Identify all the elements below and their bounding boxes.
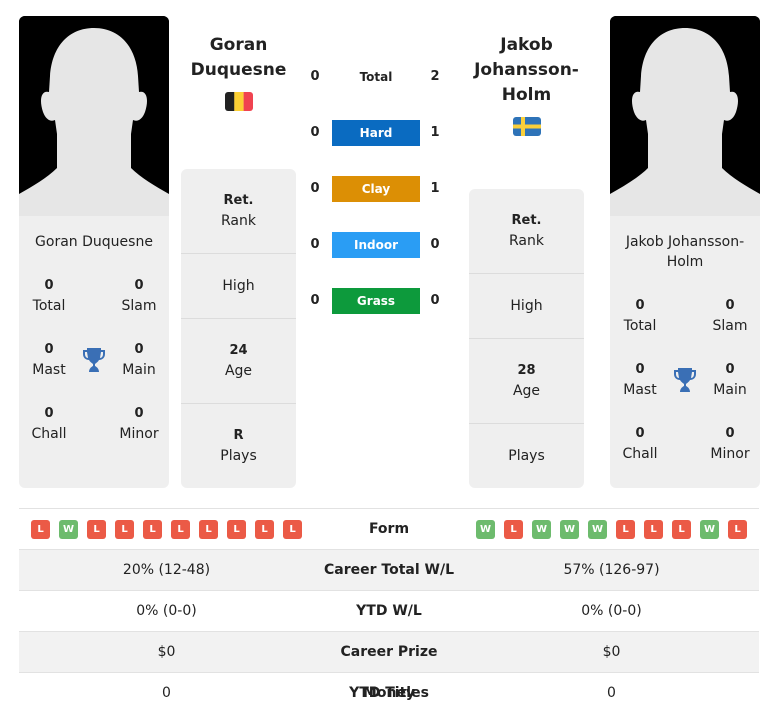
career-total-row: 20% (12-48) Career Total W/L 57% (126-97… (19, 549, 759, 591)
surface-row-clay: 0 Clay 1 (305, 176, 455, 202)
player1-form: LWLLLLLLLL (19, 520, 314, 539)
player1-stat-slam: 0 Slam (121, 278, 157, 314)
player2-card: Jakob Johansson- Holm 0 Total 0 Slam 0 M… (610, 216, 760, 488)
player1-info-panel: Ret. Rank High 24 Age R Plays (181, 169, 296, 488)
form-win-badge[interactable]: W (560, 520, 579, 539)
player2-stat-main: 0 Main (713, 362, 747, 398)
form-loss-badge[interactable]: L (672, 520, 691, 539)
surface-badge-clay[interactable]: Clay (332, 176, 420, 202)
sweden-flag-icon (513, 117, 541, 136)
player1-card: Goran Duquesne 0 Total 0 Slam 0 Mast 0 M… (19, 216, 169, 488)
player1-stat-chall: 0 Chall (31, 406, 67, 442)
career-prize-row: $0 Career Prize Money $0 (19, 631, 759, 701)
player2-stat-total: 0 Total (623, 298, 657, 334)
surface-badge-hard[interactable]: Hard (332, 120, 420, 146)
player1-age: 24 Age (181, 319, 296, 404)
form-loss-badge[interactable]: L (115, 520, 134, 539)
player1-card-name: Goran Duquesne (35, 234, 153, 250)
surface-row-grass: 0 Grass 0 (305, 288, 455, 314)
player2-stat-slam: 0 Slam (712, 298, 748, 334)
form-loss-badge[interactable]: L (171, 520, 190, 539)
trophy-icon (82, 347, 106, 373)
form-loss-badge[interactable]: L (227, 520, 246, 539)
form-win-badge[interactable]: W (476, 520, 495, 539)
player2-high: High (469, 274, 584, 339)
surface-row-total: 0 Total 2 (305, 64, 455, 90)
form-loss-badge[interactable]: L (616, 520, 635, 539)
form-loss-badge[interactable]: L (728, 520, 747, 539)
player1-stat-mast: 0 Mast (32, 342, 66, 378)
player1-stat-total: 0 Total (32, 278, 66, 314)
form-loss-badge[interactable]: L (143, 520, 162, 539)
surface-row-hard: 0 Hard 1 (305, 120, 455, 146)
player2-plays: Plays (508, 448, 545, 464)
player1-stat-minor: 0 Minor (119, 406, 159, 442)
surface-badge-grass[interactable]: Grass (332, 288, 420, 314)
player2-info-panel: Ret. Rank High 28 Age Plays (469, 189, 584, 488)
player1-name-title[interactable]: Goran Duquesne (181, 33, 296, 83)
player1-high: High (181, 254, 296, 319)
form-loss-badge[interactable]: L (199, 520, 218, 539)
surface-badge-indoor[interactable]: Indoor (332, 232, 420, 258)
player2-card-name: Jakob Johansson- Holm (625, 234, 745, 270)
player2-rank: Ret. Rank (469, 189, 584, 274)
player1-stat-main: 0 Main (122, 342, 156, 378)
form-loss-badge[interactable]: L (255, 520, 274, 539)
player1-rank: Ret. Rank (181, 169, 296, 254)
player1-photo (19, 16, 169, 216)
form-label: Form (368, 521, 410, 537)
form-win-badge[interactable]: W (59, 520, 78, 539)
silhouette-icon (610, 16, 760, 216)
player2-stat-mast: 0 Mast (623, 362, 657, 398)
form-loss-badge[interactable]: L (283, 520, 302, 539)
player2-name-title[interactable]: Jakob Johansson- Holm (469, 33, 584, 108)
ytd-wl-row: 0% (0-0) YTD W/L 0% (0-0) (19, 590, 759, 632)
form-win-badge[interactable]: W (588, 520, 607, 539)
player2-stat-minor: 0 Minor (710, 426, 750, 462)
form-loss-badge[interactable]: L (87, 520, 106, 539)
silhouette-icon (19, 16, 169, 216)
form-win-badge[interactable]: W (532, 520, 551, 539)
form-win-badge[interactable]: W (700, 520, 719, 539)
form-loss-badge[interactable]: L (31, 520, 50, 539)
form-loss-badge[interactable]: L (504, 520, 523, 539)
player2-age: 28 Age (469, 339, 584, 424)
player2-stat-chall: 0 Chall (622, 426, 658, 462)
player1-plays: R Plays (220, 428, 257, 464)
ytd-titles-row: 0 YTD Titles 0 (19, 672, 759, 714)
player2-form: WLWWWLLLWL (464, 520, 759, 539)
player2-photo (610, 16, 760, 216)
form-loss-badge[interactable]: L (644, 520, 663, 539)
belgium-flag-icon (225, 92, 253, 111)
surface-row-indoor: 0 Indoor 0 (305, 232, 455, 258)
surface-label-total: Total (359, 70, 393, 84)
trophy-icon (673, 367, 697, 393)
form-row: LWLLLLLLLL Form WLWWWLLLWL (19, 508, 759, 550)
